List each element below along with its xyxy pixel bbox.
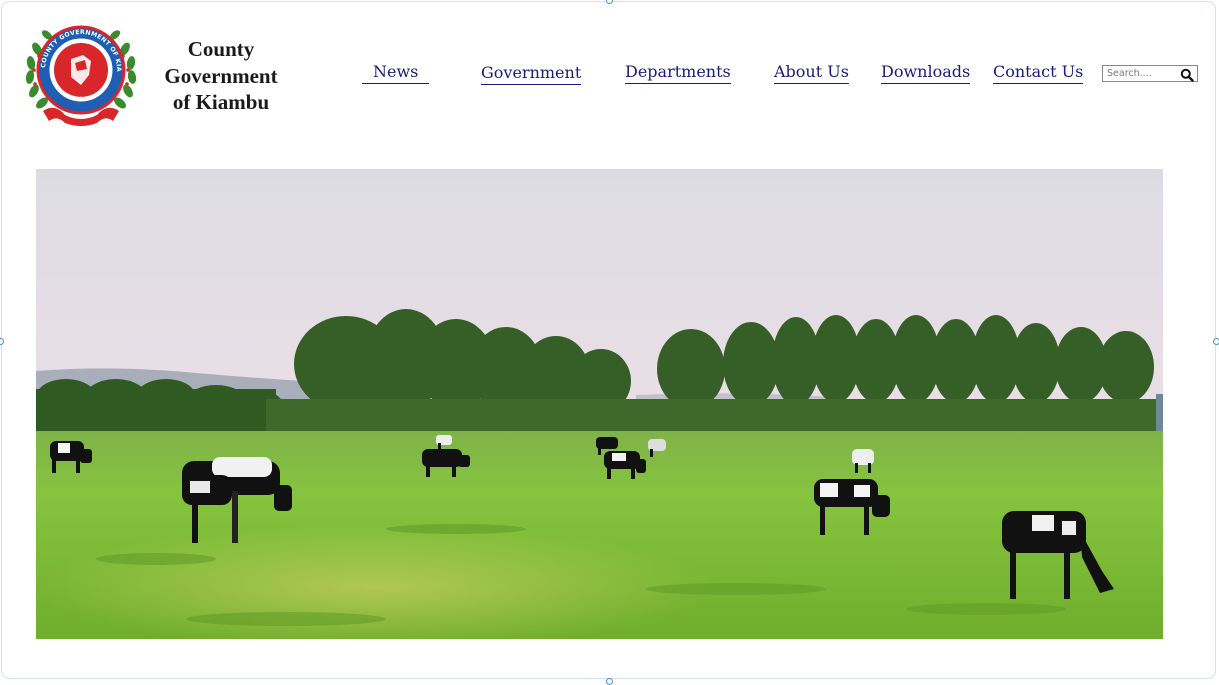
nav-downloads[interactable]: Downloads (881, 61, 971, 84)
hero-image (36, 169, 1163, 639)
county-logo[interactable]: COUNTY GOVERNMENT OF KIAMBU UGUTAGWO MWI… (22, 14, 137, 127)
pasture-cows-illustration (36, 169, 1163, 639)
nav-news[interactable]: News (362, 61, 430, 84)
search-box (1102, 65, 1198, 82)
search-input[interactable] (1105, 66, 1183, 81)
nav-government[interactable]: Government (481, 62, 582, 85)
nav-about-us[interactable]: About Us (774, 61, 849, 84)
search-button[interactable] (1180, 67, 1194, 82)
resize-handle-right[interactable] (1213, 338, 1219, 345)
site-title-line-2: Government (164, 63, 278, 88)
search-icon (1180, 68, 1194, 82)
site-title-line-3: of Kiambu (172, 90, 270, 114)
nav-contact-us[interactable]: Contact Us (993, 61, 1084, 84)
nav-departments[interactable]: Departments (625, 61, 731, 84)
site-title-line-1: County (187, 37, 255, 61)
county-seal-icon: COUNTY GOVERNMENT OF KIAMBU UGUTAGWO MWI… (22, 14, 137, 126)
site-title[interactable]: County Government of Kiambu (150, 36, 292, 116)
